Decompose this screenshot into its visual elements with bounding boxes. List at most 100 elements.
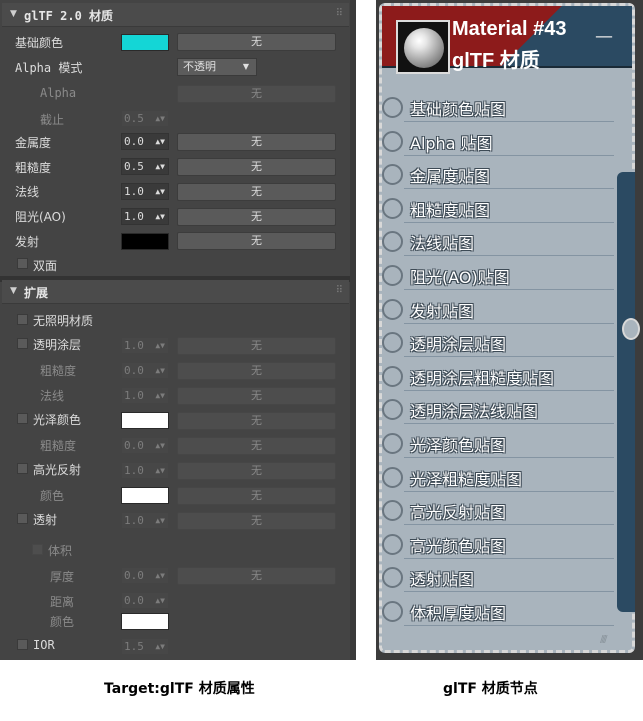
input-socket-icon[interactable] xyxy=(382,265,403,286)
specular-spinner[interactable]: 1.0 ▲▼ xyxy=(121,462,169,479)
distance-spinner[interactable]: 0.0 ▲▼ xyxy=(121,592,169,609)
input-socket-icon[interactable] xyxy=(382,97,403,118)
input-socket-icon[interactable] xyxy=(382,164,403,186)
clearcoat-map-button[interactable]: 无 xyxy=(177,337,336,355)
emissive-map-button[interactable]: 无 xyxy=(177,232,336,250)
specular-color-map-button[interactable]: 无 xyxy=(177,487,336,505)
input-socket-icon[interactable] xyxy=(382,197,403,219)
clearcoat-roughness-map-button[interactable]: 无 xyxy=(177,362,336,380)
double-sided-checkbox[interactable] xyxy=(17,258,28,269)
spinner-arrows-icon[interactable]: ▲▼ xyxy=(155,111,165,126)
spinner-arrows-icon[interactable]: ▲▼ xyxy=(155,184,165,199)
spinner-arrows-icon[interactable]: ▲▼ xyxy=(155,438,165,453)
spinner-arrows-icon[interactable]: ▲▼ xyxy=(155,639,165,654)
node-slot[interactable]: 光泽颜色贴图 xyxy=(382,430,632,463)
transmission-checkbox[interactable] xyxy=(17,513,28,524)
sheen-checkbox[interactable] xyxy=(17,413,28,424)
normal-spinner[interactable]: 1.0 ▲▼ xyxy=(121,183,169,200)
drag-grip-icon[interactable]: ⠿ xyxy=(336,8,343,19)
node-scrollbar[interactable] xyxy=(617,172,635,612)
spinner-arrows-icon[interactable]: ▲▼ xyxy=(155,338,165,353)
node-slot[interactable]: 高光颜色贴图 xyxy=(382,531,632,564)
node-slot[interactable]: 体积厚度贴图 xyxy=(382,598,632,631)
node-slot[interactable]: 阻光(AO)贴图 xyxy=(382,262,632,295)
input-socket-icon[interactable] xyxy=(382,466,403,488)
ior-spinner[interactable]: 1.5 ▲▼ xyxy=(121,638,169,655)
cutoff-spinner[interactable]: 0.5 ▲▼ xyxy=(121,110,169,127)
spinner-arrows-icon[interactable]: ▲▼ xyxy=(155,134,165,149)
roughness-map-button[interactable]: 无 xyxy=(177,158,336,176)
metallic-spinner[interactable]: 0.0 ▲▼ xyxy=(121,133,169,150)
clearcoat-roughness-spinner[interactable]: 0.0 ▲▼ xyxy=(121,362,169,379)
spinner-arrows-icon[interactable]: ▲▼ xyxy=(155,159,165,174)
normal-map-button[interactable]: 无 xyxy=(177,183,336,201)
node-slot[interactable]: 金属度贴图 xyxy=(382,161,632,194)
input-socket-icon[interactable] xyxy=(382,500,403,522)
input-socket-icon[interactable] xyxy=(382,399,403,421)
spinner-arrows-icon[interactable]: ▲▼ xyxy=(155,593,165,608)
input-socket-icon[interactable] xyxy=(382,130,403,152)
clearcoat-spinner[interactable]: 1.0 ▲▼ xyxy=(121,337,169,354)
thickness-spinner[interactable]: 0.0 ▲▼ xyxy=(121,567,169,584)
sheen-roughness-map-button[interactable]: 无 xyxy=(177,437,336,455)
material-node[interactable]: Material #43 glTF 材质 — 基础颜色贴图 Alpha 贴图 金属度… xyxy=(379,3,635,653)
emissive-color-swatch[interactable] xyxy=(121,233,169,250)
transmission-spinner[interactable]: 1.0 ▲▼ xyxy=(121,512,169,529)
node-slot[interactable]: 透明涂层法线贴图 xyxy=(382,396,632,429)
minimize-icon[interactable]: — xyxy=(595,26,613,47)
clearcoat-normal-map-button[interactable]: 无 xyxy=(177,387,336,405)
occlusion-spinner[interactable]: 1.0 ▲▼ xyxy=(121,208,169,225)
node-header[interactable]: Material #43 glTF 材质 — xyxy=(382,6,632,74)
sheen-color-swatch[interactable] xyxy=(121,412,169,429)
input-socket-icon[interactable] xyxy=(382,298,403,320)
unlit-checkbox[interactable] xyxy=(17,314,28,325)
spinner-arrows-icon[interactable]: ▲▼ xyxy=(155,363,165,378)
node-slot[interactable]: 法线贴图 xyxy=(382,228,632,261)
gltf-rollout-header[interactable]: ▼ glTF 2.0 材质 ⠿ xyxy=(2,3,349,27)
panel-scrollbar[interactable] xyxy=(350,0,356,660)
node-slot[interactable]: Alpha 贴图 xyxy=(382,128,632,161)
spinner-arrows-icon[interactable]: ▲▼ xyxy=(155,513,165,528)
node-slot[interactable]: 发射贴图 xyxy=(382,296,632,329)
specular-checkbox[interactable] xyxy=(17,463,28,474)
roughness-spinner[interactable]: 0.5 ▲▼ xyxy=(121,158,169,175)
alpha-map-button[interactable]: 无 xyxy=(177,85,336,103)
spinner-arrows-icon[interactable]: ▲▼ xyxy=(155,209,165,224)
ior-checkbox[interactable] xyxy=(17,639,28,650)
thickness-map-button[interactable]: 无 xyxy=(177,567,336,585)
extension-rollout-header[interactable]: ▼ 扩展 ⠿ xyxy=(2,280,349,304)
node-slot[interactable]: 透明涂层贴图 xyxy=(382,329,632,362)
node-slot[interactable]: 粗糙度贴图 xyxy=(382,195,632,228)
base-color-swatch[interactable] xyxy=(121,34,169,51)
transmission-map-button[interactable]: 无 xyxy=(177,512,336,530)
input-socket-icon[interactable] xyxy=(382,231,403,253)
spinner-arrows-icon[interactable]: ▲▼ xyxy=(155,463,165,478)
specular-color-swatch[interactable] xyxy=(121,487,169,504)
node-slot[interactable]: 光泽粗糙度贴图 xyxy=(382,464,632,497)
metallic-map-button[interactable]: 无 xyxy=(177,133,336,151)
sheen-roughness-spinner[interactable]: 0.0 ▲▼ xyxy=(121,437,169,454)
node-slot[interactable]: 高光反射贴图 xyxy=(382,497,632,530)
occlusion-map-button[interactable]: 无 xyxy=(177,208,336,226)
input-socket-icon[interactable] xyxy=(382,533,403,555)
base-color-map-button[interactable]: 无 xyxy=(177,33,336,51)
input-socket-icon[interactable] xyxy=(382,365,403,387)
input-socket-icon[interactable] xyxy=(382,567,403,589)
input-socket-icon[interactable] xyxy=(382,601,403,622)
node-slot[interactable]: 透明涂层粗糙度贴图 xyxy=(382,363,632,396)
drag-grip-icon[interactable]: ⠿ xyxy=(336,285,343,296)
volume-checkbox[interactable] xyxy=(32,544,43,555)
spinner-arrows-icon[interactable]: ▲▼ xyxy=(155,388,165,403)
clearcoat-checkbox[interactable] xyxy=(17,338,28,349)
node-slot[interactable]: 基础颜色贴图 xyxy=(382,94,632,127)
specular-map-button[interactable]: 无 xyxy=(177,462,336,480)
alpha-mode-dropdown[interactable]: 不透明 ▼ xyxy=(177,58,257,76)
spinner-arrows-icon[interactable]: ▲▼ xyxy=(155,568,165,583)
clearcoat-normal-spinner[interactable]: 1.0 ▲▼ xyxy=(121,387,169,404)
volume-color-swatch[interactable] xyxy=(121,613,169,630)
resize-grip-icon[interactable]: //// xyxy=(600,634,608,645)
node-slot[interactable]: 透射贴图 xyxy=(382,564,632,597)
input-socket-icon[interactable] xyxy=(382,433,403,454)
input-socket-icon[interactable] xyxy=(382,332,403,354)
sheen-color-map-button[interactable]: 无 xyxy=(177,412,336,430)
